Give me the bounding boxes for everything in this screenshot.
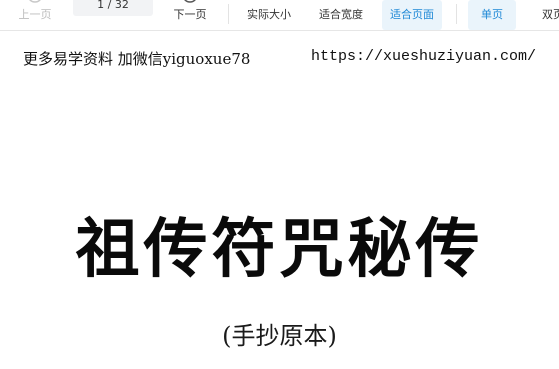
next-page-label: 下一页 (173, 8, 207, 21)
prev-page-button[interactable]: 上一页 (12, 0, 58, 30)
header-url: https://xueshuziyuan.com/ (311, 48, 537, 65)
fit-page-label: 适合页面 (390, 8, 434, 21)
double-page-icon (543, 0, 559, 6)
fit-page-icon (402, 0, 422, 6)
document-header: 更多易学资料 加微信yiguoxue78 https://xueshuziyua… (23, 48, 543, 68)
page-current-input[interactable]: 1 (97, 0, 104, 11)
actual-size-button[interactable]: 实际大小 (241, 0, 297, 30)
arrow-up-circle-icon (29, 0, 41, 3)
fit-width-button[interactable]: 适合宽度 (313, 0, 369, 30)
toolbar-divider (456, 4, 457, 24)
next-page-button[interactable]: 下一页 (167, 0, 213, 30)
single-page-icon (482, 0, 502, 6)
prev-page-label: 上一页 (18, 8, 52, 21)
document-title: 祖传符咒秘传 (75, 212, 484, 287)
fit-width-label: 适合宽度 (319, 8, 363, 21)
actual-size-icon (259, 0, 279, 6)
header-promo-text: 更多易学资料 加微信yiguoxue78 (23, 50, 251, 68)
document-subtitle: (手抄原本) (222, 322, 337, 350)
page-total: / 32 (107, 0, 129, 11)
pdf-toolbar: 上一页 1 / 32 下一页 实际大小 适合宽度 适合页面 单页 双 (0, 0, 559, 31)
toolbar-divider (228, 4, 229, 24)
double-page-label: 双页 (542, 8, 559, 21)
actual-size-label: 实际大小 (247, 8, 291, 21)
double-page-button[interactable]: 双页 (530, 0, 559, 30)
arrow-down-circle-icon (184, 0, 196, 3)
page-number-box[interactable]: 1 / 32 (73, 0, 153, 16)
single-page-label: 单页 (481, 8, 503, 21)
fit-page-button[interactable]: 适合页面 (382, 0, 442, 30)
single-page-button[interactable]: 单页 (468, 0, 516, 30)
fit-width-icon (331, 0, 351, 6)
